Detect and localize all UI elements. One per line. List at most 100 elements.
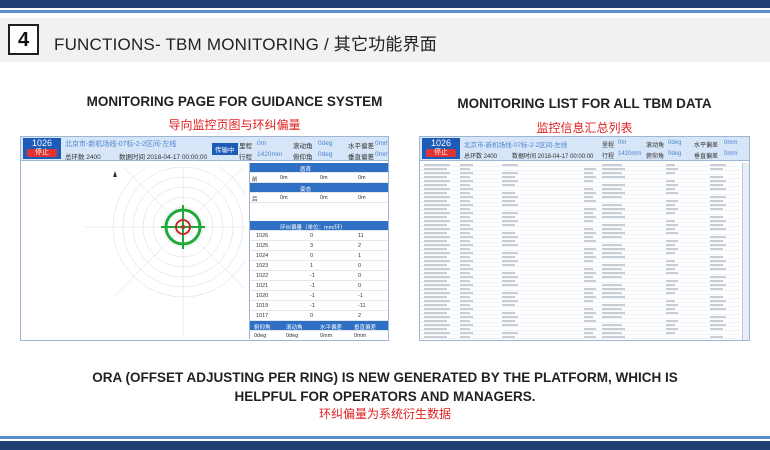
list-cell — [584, 328, 596, 330]
list-cell — [666, 204, 675, 206]
ora-cell: 1017 — [256, 313, 269, 319]
list-cell — [502, 196, 518, 198]
list-cell — [710, 300, 726, 302]
ora-row: 1024 0 1 — [250, 251, 388, 261]
ring-badge: 1026 停止 — [23, 138, 61, 159]
list-cell — [602, 332, 622, 334]
list-cell — [460, 196, 473, 198]
bottom-val-cell: 0mm — [320, 333, 333, 339]
list-cell — [502, 240, 515, 242]
list-cell — [710, 268, 726, 270]
list-cell — [424, 260, 450, 262]
list-cell — [602, 256, 625, 258]
list-cell — [666, 304, 678, 306]
list-cell — [710, 204, 726, 206]
list-cell — [602, 236, 622, 238]
list-cell — [666, 220, 675, 222]
transmit-button[interactable]: 传输中 — [212, 143, 238, 155]
list-cell — [584, 168, 596, 170]
ora-cell: 11 — [358, 233, 364, 239]
list-cell — [584, 196, 593, 198]
list-cell — [710, 176, 723, 178]
list-cell — [502, 320, 515, 322]
ora-cell: 0 — [358, 263, 362, 269]
list-cell — [666, 208, 678, 210]
list-cell — [460, 176, 470, 178]
list-cell — [666, 232, 678, 234]
list-cell — [460, 332, 473, 334]
list-cell — [666, 268, 675, 270]
h-dev-value-right: 0mm — [724, 140, 738, 146]
ora-cell: 1 — [310, 263, 314, 269]
ora-cell: 1019 — [256, 303, 269, 309]
ora-cell: -11 — [358, 303, 366, 309]
list-cell — [502, 212, 518, 214]
list-cell — [424, 252, 450, 254]
list-cell — [584, 212, 593, 214]
tbm-data-list — [420, 163, 749, 340]
list-cell — [502, 272, 515, 274]
list-cell — [460, 212, 473, 214]
list-cell — [666, 192, 678, 194]
list-cell — [710, 196, 726, 198]
list-cell — [584, 200, 596, 202]
list-cell — [602, 284, 622, 286]
list-cell — [502, 204, 518, 206]
ora-cell: -1 — [310, 273, 315, 279]
v-dev-label: 垂直偏差 — [348, 154, 374, 161]
list-cell — [710, 284, 726, 286]
list-cell — [424, 300, 450, 302]
list-cell — [602, 272, 625, 274]
h-dev-value: 0mm — [375, 140, 389, 147]
list-cell — [460, 324, 473, 326]
list-cell — [424, 240, 447, 242]
list-cell — [666, 184, 678, 186]
list-cell — [666, 312, 678, 314]
list-cell — [710, 308, 726, 310]
mileage-label: 里程 — [239, 143, 252, 150]
list-scrollbar[interactable] — [742, 163, 749, 340]
pitch-label-right: 俯仰角 — [646, 154, 665, 160]
list-cell — [460, 252, 473, 254]
list-cell — [502, 260, 518, 262]
list-cell — [502, 304, 515, 306]
list-cell — [424, 304, 447, 306]
list-cell — [602, 224, 625, 226]
list-cell — [460, 316, 473, 318]
ora-cell: -1 — [310, 303, 315, 309]
list-cell — [584, 280, 596, 282]
ora-cell: -1 — [358, 293, 363, 299]
top-decor-line — [0, 10, 770, 13]
list-cell — [424, 228, 450, 230]
ora-row: 1021 -1 0 — [250, 281, 388, 291]
stroke-value-right: 1420mm — [618, 151, 642, 157]
pitch-value-right: 0deg — [668, 151, 682, 157]
list-cell — [460, 284, 473, 286]
list-cell — [424, 320, 447, 322]
list-cell — [602, 268, 622, 270]
list-cell — [710, 236, 726, 238]
list-cell — [584, 292, 593, 294]
list-cell — [502, 316, 518, 318]
list-cell — [666, 180, 675, 182]
list-cell — [502, 312, 515, 314]
list-cell — [602, 168, 625, 170]
list-cell — [710, 224, 723, 226]
list-cell — [424, 316, 450, 318]
list-cell — [460, 260, 473, 262]
ora-row: 1019 -1 -11 — [250, 301, 388, 311]
list-cell — [502, 244, 518, 246]
list-cell — [584, 252, 593, 254]
list-cell — [460, 240, 470, 242]
list-cell — [666, 200, 678, 202]
pitch-value: 0deg — [318, 151, 333, 158]
list-cell — [460, 256, 470, 258]
list-cell — [584, 256, 596, 258]
list-cell — [424, 336, 447, 338]
list-cell — [460, 268, 473, 270]
list-cell — [710, 320, 723, 322]
list-cell — [424, 312, 447, 314]
list-cell — [666, 240, 678, 242]
list-cell — [502, 300, 518, 302]
list-cell — [460, 304, 470, 306]
